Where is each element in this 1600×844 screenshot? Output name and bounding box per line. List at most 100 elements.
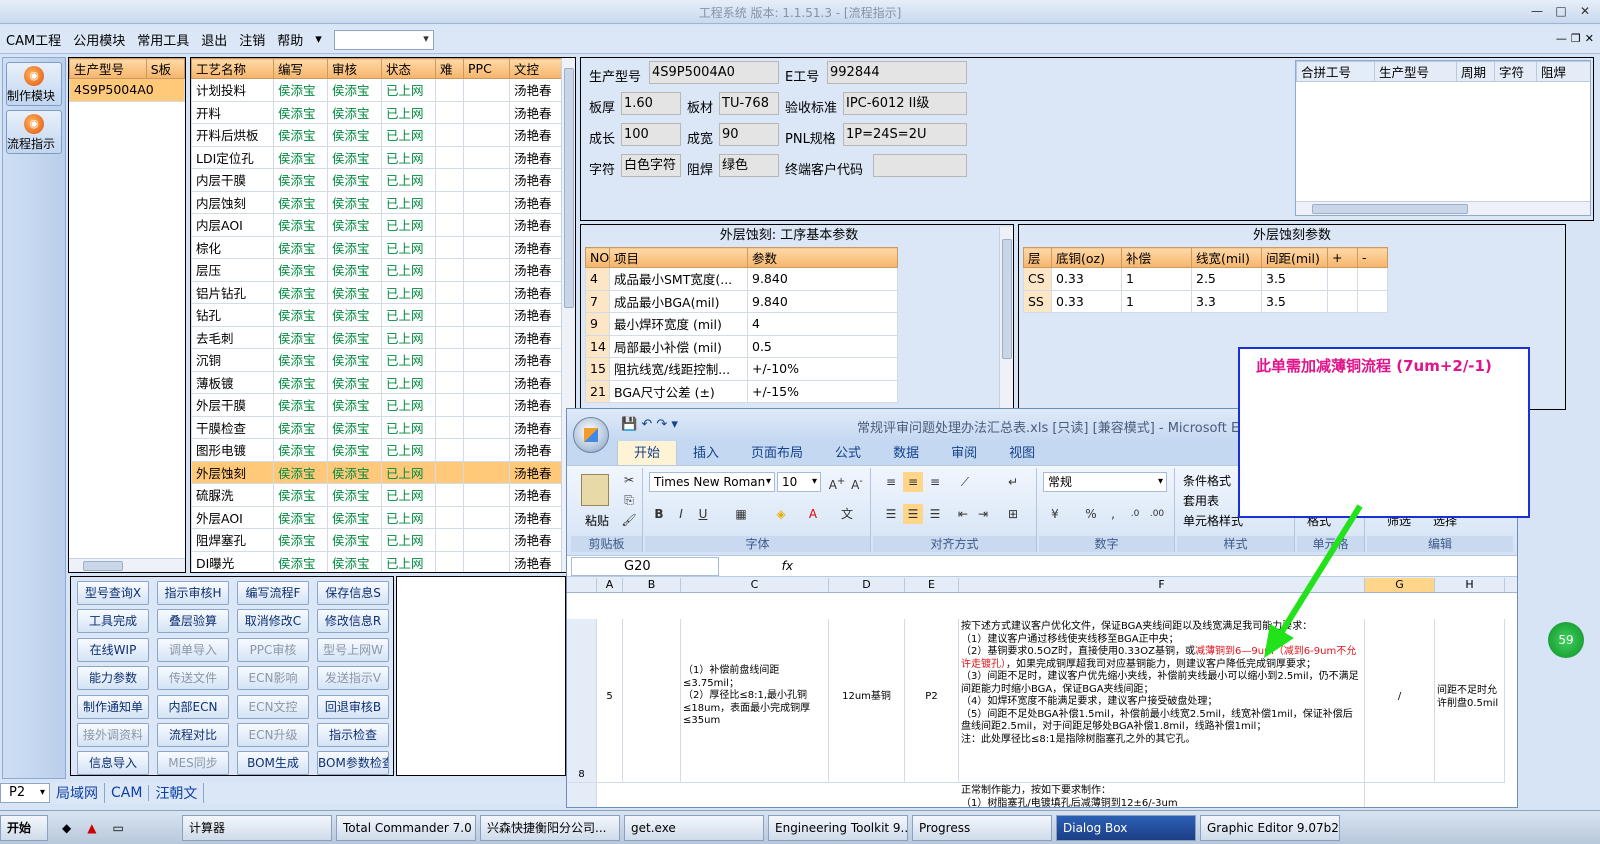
cell-f-next[interactable]: 正常制作能力，按如下要求制作： （1）树脂塞孔/电镀填孔后减薄铜到12±6/-3… [959,783,1365,807]
table-row[interactable]: 阻焊塞孔 侯添宝 侯添宝 已上网 汤艳春 [191,528,562,552]
function-button[interactable]: 工具完成 [77,609,149,634]
menu-logout[interactable]: 注销 [233,30,271,49]
name-box[interactable]: G20 [571,557,719,576]
pnl-field[interactable]: 1P=24S=2U [843,123,967,146]
table-row[interactable]: 内层蚀刻 侯添宝 侯添宝 已上网 汤艳春 [191,190,562,214]
function-button[interactable]: 型号上网W [317,637,389,662]
table-row[interactable]: DI曝光 侯添宝 侯添宝 已上网 汤艳春 [191,550,562,572]
table-row[interactable]: 内层AOI 侯添宝 侯添宝 已上网 汤艳春 [191,213,562,237]
ribbon-tab-view[interactable]: 视图 [993,440,1051,465]
office-button[interactable] [573,417,609,453]
function-button[interactable]: 流程对比 [157,722,229,747]
merge-col-0[interactable]: 合拼工号 [1296,61,1375,82]
minimize-button[interactable]: — [1526,2,1548,20]
function-button[interactable]: 传送文件 [157,666,229,691]
cell-e[interactable]: P2 [905,619,959,783]
mdi-restore-icon[interactable]: ❐ [1571,32,1581,45]
align-top-icon[interactable]: ≡ [881,472,901,492]
cell-g[interactable]: / [1365,619,1435,783]
process-col-3[interactable]: 状态 [381,58,436,79]
function-button[interactable]: 编写流程F [237,581,309,605]
quick-launch-icon[interactable]: ◆ [62,821,71,835]
fx-icon[interactable]: fx [727,557,793,576]
length-field[interactable]: 100 [621,123,681,146]
function-button[interactable]: BOM参数检查 [317,751,389,776]
pdf-icon[interactable]: ▲ [87,821,96,835]
col-model[interactable]: 生产型号 [69,58,147,79]
etch-layer-col-3[interactable]: 线宽(mil) [1191,247,1262,268]
conditional-format-button[interactable]: 条件格式 [1183,472,1231,489]
process-col-0[interactable]: 工艺名称 [191,58,274,79]
menu-help[interactable]: 帮助 [271,30,309,49]
cell-b[interactable] [623,619,681,783]
etch-params-vscroll[interactable] [999,227,1013,409]
ribbon-tab-review[interactable]: 审阅 [935,440,993,465]
table-row[interactable]: 外层蚀刻 侯添宝 侯添宝 已上网 汤艳春 [191,460,562,484]
status-badge[interactable]: 59 [1548,622,1584,658]
menu-cam[interactable]: CAM工程 [0,30,67,49]
font-size-combo[interactable]: 10 [777,472,821,492]
taskbar-item[interactable]: 计算器 [182,814,332,841]
thickness-field[interactable]: 1.60 [621,92,681,115]
process-col-6[interactable]: 文控 [509,58,562,79]
table-row[interactable]: 14 局部最小补偿 (mil) 0.5 [585,334,898,358]
taskbar-item[interactable]: Graphic Editor 9.07b2 ... [1200,814,1340,841]
function-button[interactable]: 调单导入 [157,637,229,662]
product-hscroll[interactable] [69,558,185,572]
orientation-icon[interactable]: ⟋ [955,472,975,492]
width-field[interactable]: 90 [719,123,779,146]
mdi-minimize-icon[interactable]: — [1556,32,1567,45]
etch-params-col-2[interactable]: 参数 [747,247,898,268]
merge-center-icon[interactable]: ⊞ [1003,504,1023,524]
ribbon-tab-data[interactable]: 数据 [877,440,935,465]
menu-tools[interactable]: 常用工具 [131,30,195,49]
taskbar-item[interactable]: Dialog Box [1056,814,1196,841]
format-painter-icon[interactable]: 🖌 [619,510,639,530]
table-row[interactable]: SS 0.33 1 3.3 3.5 [1023,289,1388,313]
standard-field[interactable]: IPC-6012 II级 [843,92,967,115]
mdi-close-icon[interactable]: ✕ [1585,32,1594,45]
etch-layer-col-4[interactable]: 间距(mil) [1261,247,1328,268]
table-row[interactable]: 15 阻抗线宽/线距控制... +/-10% [585,357,898,381]
wrap-text-icon[interactable]: ↵ [1003,472,1023,492]
nav-flow-instruction[interactable]: ◉ 流程指示 [6,110,62,154]
process-col-2[interactable]: 审核 [327,58,382,79]
function-button[interactable]: 回退审核B [317,694,389,719]
function-button[interactable]: MES同步 [157,751,229,776]
comma-icon[interactable]: , [1103,504,1123,524]
function-button[interactable]: 接外调资料 [77,722,149,747]
table-row[interactable]: LDI定位孔 侯添宝 侯添宝 已上网 汤艳春 [191,145,562,169]
tab-user[interactable]: 汪朝文 [149,783,205,803]
decrease-decimal-icon[interactable]: .00 [1147,504,1167,524]
paste-icon[interactable] [581,474,609,506]
fill-color-icon[interactable]: ◈ [771,504,791,524]
maximize-button[interactable]: □ [1550,2,1572,20]
process-col-1[interactable]: 编写 [273,58,328,79]
menu-more[interactable]: ▾ [309,32,328,47]
menu-dropdown[interactable] [333,29,434,50]
close-button[interactable]: ✕ [1574,2,1596,20]
function-button[interactable]: 修改信息R [317,609,389,634]
function-button[interactable]: BOM生成 [237,751,309,776]
etch-layer-col-0[interactable]: 层 [1023,247,1052,268]
bold-icon[interactable]: B [649,504,669,524]
model-field[interactable]: 4S9P5004A0 [649,61,779,84]
increase-decimal-icon[interactable]: .0 [1125,504,1145,524]
cell-styles-button[interactable]: 单元格样式 [1183,512,1243,529]
cell-h[interactable]: 间距不足时允许削盘0.5mil [1435,619,1505,783]
function-button[interactable]: 发送指示V [317,666,389,691]
merge-col-3[interactable]: 字符 [1494,61,1537,82]
function-button[interactable]: 取消修改C [237,609,309,634]
table-row[interactable]: 7 成品最小BGA(mil) 9.840 [585,289,898,313]
function-button[interactable]: 能力参数 [77,666,149,691]
material-field[interactable]: TU-768 [719,92,779,115]
italic-icon[interactable]: I [671,504,691,524]
customer-code-field[interactable] [873,154,967,177]
taskbar-item[interactable]: Engineering Toolkit 9.... [768,814,908,841]
etch-layer-col-6[interactable]: - [1357,247,1388,268]
table-row[interactable]: 开料后烘板 侯添宝 侯添宝 已上网 汤艳春 [191,123,562,147]
merge-col-1[interactable]: 生产型号 [1374,61,1457,82]
align-center-icon[interactable]: ☰ [903,504,923,524]
quick-access-toolbar[interactable]: 💾 ↶ ↷ ▾ [621,417,678,432]
table-row[interactable]: 沉铜 侯添宝 侯添宝 已上网 汤艳春 [191,348,562,372]
